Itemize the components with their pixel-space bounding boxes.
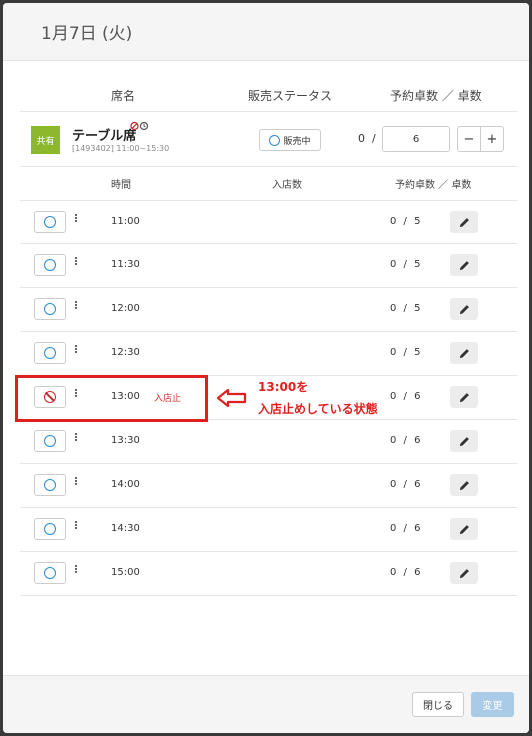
time-slot-row: 12:30 0 / 5: [20, 332, 517, 376]
modal-footer: 閉じる 変更: [3, 675, 529, 733]
slot-reservation-count: 0 / 6: [390, 479, 421, 490]
time-slot-row: 12:00 0 / 5: [20, 288, 517, 332]
more-vertical-icon[interactable]: [74, 520, 78, 530]
pencil-icon: [459, 480, 469, 490]
more-vertical-icon[interactable]: [74, 300, 78, 310]
circle-icon: [44, 347, 56, 359]
annotation-note: 13:00を 入店止めしている状態: [258, 376, 378, 420]
time-slot-row: 14:30 0 / 6: [20, 508, 517, 552]
circle-icon: [44, 303, 56, 315]
modal-header: 1月7日 (火): [3, 3, 529, 61]
sales-status-button[interactable]: 販売中: [259, 129, 321, 151]
header-entry-count: 入店数: [272, 180, 302, 191]
circle-icon: [44, 523, 56, 535]
more-vertical-icon[interactable]: [74, 432, 78, 442]
time-slot-row: 15:00 0 / 6: [20, 552, 517, 596]
circle-icon: [44, 259, 56, 271]
more-vertical-icon[interactable]: [74, 476, 78, 486]
pencil-icon: [459, 348, 469, 358]
time-slot-row: 11:00 0 / 5: [20, 200, 517, 244]
slot-status-button[interactable]: [34, 562, 66, 584]
slot-reservation-count: 0 / 6: [390, 391, 421, 402]
slot-status-button[interactable]: [34, 342, 66, 364]
slot-status-button[interactable]: [34, 474, 66, 496]
more-vertical-icon[interactable]: [74, 564, 78, 574]
header-seat-name: 席名: [111, 89, 136, 103]
slot-time: 14:30: [111, 523, 140, 534]
annotation-line-2: 入店止めしている状態: [258, 402, 378, 416]
stop-clock-icon: [130, 121, 149, 131]
slot-time: 15:00: [111, 567, 140, 578]
slot-reservation-count: 0 / 6: [390, 435, 421, 446]
pencil-icon: [459, 392, 469, 402]
count-slash: /: [372, 132, 376, 145]
slot-time: 11:00: [111, 216, 140, 227]
pencil-icon: [459, 217, 469, 227]
edit-button[interactable]: [450, 386, 478, 408]
slot-time: 13:30: [111, 435, 140, 446]
edit-button[interactable]: [450, 298, 478, 320]
more-vertical-icon[interactable]: [74, 344, 78, 354]
circle-icon: [44, 435, 56, 447]
edit-button[interactable]: [450, 518, 478, 540]
slot-status-button[interactable]: [34, 518, 66, 540]
header-sales-status: 販売ステータス: [248, 89, 333, 103]
more-vertical-icon[interactable]: [74, 256, 78, 266]
shared-badge: 共有: [31, 126, 60, 154]
slot-status-button[interactable]: [34, 298, 66, 320]
highlight-box: [15, 375, 208, 422]
slot-reservation-count: 0 / 6: [390, 523, 421, 534]
slot-reservation-count: 0 / 5: [390, 259, 421, 270]
slot-status-button[interactable]: [34, 254, 66, 276]
decrement-button[interactable]: −: [457, 126, 481, 152]
slot-reservation-count: 0 / 5: [390, 216, 421, 227]
time-slot-row: 11:30 0 / 5: [20, 244, 517, 288]
edit-button[interactable]: [450, 430, 478, 452]
seat-name: テーブル席: [72, 129, 137, 144]
pencil-icon: [459, 524, 469, 534]
slot-reservation-count: 0 / 5: [390, 303, 421, 314]
left-arrow-icon: [216, 388, 247, 408]
edit-button[interactable]: [450, 342, 478, 364]
slot-reservation-count: 0 / 5: [390, 347, 421, 358]
circle-icon: [269, 134, 281, 146]
time-slot-row: 14:00 0 / 6: [20, 464, 517, 508]
pencil-icon: [459, 436, 469, 446]
slot-reservation-count: 0 / 6: [390, 567, 421, 578]
edit-button[interactable]: [450, 211, 478, 233]
pencil-icon: [459, 568, 469, 578]
increment-button[interactable]: +: [480, 126, 504, 152]
pencil-icon: [459, 260, 469, 270]
header-time-reservations: 予約卓数 ／ 卓数: [395, 180, 472, 191]
circle-icon: [44, 479, 56, 491]
annotation-line-1: 13:00を: [258, 380, 309, 394]
change-button[interactable]: 変更: [471, 692, 514, 717]
header-reservations: 予約卓数 ／ 卓数: [390, 89, 482, 103]
table-count-input[interactable]: 6: [382, 126, 450, 152]
close-button[interactable]: 閉じる: [412, 692, 464, 717]
seat-status-icons: [130, 121, 150, 134]
seat-row: 共有 テーブル席 [1493402] 11:00~15:30 販売中 0 / 6…: [20, 111, 517, 167]
header-time: 時間: [111, 180, 131, 191]
pencil-icon: [459, 304, 469, 314]
circle-icon: [44, 216, 56, 228]
seat-subtitle: [1493402] 11:00~15:30: [72, 144, 170, 153]
edit-button[interactable]: [450, 474, 478, 496]
modal-title: 1月7日 (火): [41, 24, 133, 44]
edit-button[interactable]: [450, 562, 478, 584]
slot-status-button[interactable]: [34, 211, 66, 233]
edit-button[interactable]: [450, 254, 478, 276]
slot-time: 12:00: [111, 303, 140, 314]
slot-status-button[interactable]: [34, 430, 66, 452]
slot-time: 12:30: [111, 347, 140, 358]
time-slot-row: 13:30 0 / 6: [20, 420, 517, 464]
slot-time: 11:30: [111, 259, 140, 270]
sales-status-label: 販売中: [283, 136, 311, 147]
reserved-count: 0: [358, 132, 365, 145]
slot-time: 14:00: [111, 479, 140, 490]
more-vertical-icon[interactable]: [74, 213, 78, 223]
seat-modal: 1月7日 (火) 席名 販売ステータス 予約卓数 ／ 卓数 共有 テーブル席 […: [3, 3, 529, 733]
circle-icon: [44, 567, 56, 579]
